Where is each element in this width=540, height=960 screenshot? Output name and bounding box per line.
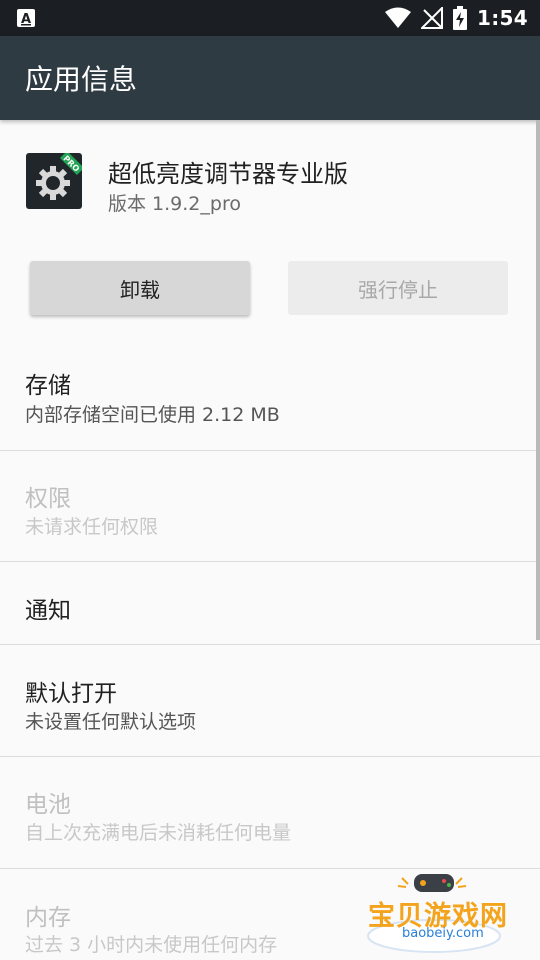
app-bar: 应用信息 <box>0 36 540 120</box>
app-version: 版本 1.9.2_pro <box>108 193 241 215</box>
app-icon: PRO <box>26 153 82 209</box>
permissions-subtitle: 未请求任何权限 <box>25 516 159 538</box>
notifications-item[interactable]: 通知 <box>0 562 540 644</box>
watermark-url: baobeiy.com <box>402 926 484 941</box>
keyboard-a-icon: A <box>17 9 35 27</box>
app-name: 超低亮度调节器专业版 <box>108 160 348 188</box>
notifications-title: 通知 <box>25 598 71 624</box>
status-bar: A 1:54 <box>0 0 540 36</box>
memory-subtitle: 过去 3 小时内未使用任何内存 <box>25 934 278 956</box>
open-by-default-title: 默认打开 <box>25 681 117 707</box>
permissions-title: 权限 <box>25 486 71 512</box>
battery-item[interactable]: 电池 自上次充满电后未消耗任何电量 <box>0 757 540 868</box>
page-title: 应用信息 <box>25 63 138 96</box>
battery-title: 电池 <box>25 792 71 818</box>
scrollbar-thumb[interactable] <box>536 120 540 640</box>
memory-title: 内存 <box>25 905 71 931</box>
clock: 1:54 <box>477 6 528 30</box>
uninstall-button[interactable]: 卸载 <box>30 261 250 315</box>
permissions-item[interactable]: 权限 未请求任何权限 <box>0 451 540 561</box>
battery-charging-icon <box>453 6 468 30</box>
no-signal-icon <box>421 7 444 29</box>
watermark-logo: 宝贝游戏网 baobeiy.com <box>362 868 512 954</box>
storage-title: 存储 <box>25 373 71 399</box>
gear-icon: PRO <box>36 153 82 200</box>
battery-subtitle: 自上次充满电后未消耗任何电量 <box>25 822 292 844</box>
storage-subtitle: 内部存储空间已使用 2.12 MB <box>25 404 280 426</box>
open-by-default-item[interactable]: 默认打开 未设置任何默认选项 <box>0 645 540 756</box>
storage-item[interactable]: 存储 内部存储空间已使用 2.12 MB <box>0 340 540 450</box>
open-by-default-subtitle: 未设置任何默认选项 <box>25 711 197 733</box>
wifi-icon <box>385 7 412 28</box>
force-stop-button[interactable]: 强行停止 <box>288 261 508 315</box>
